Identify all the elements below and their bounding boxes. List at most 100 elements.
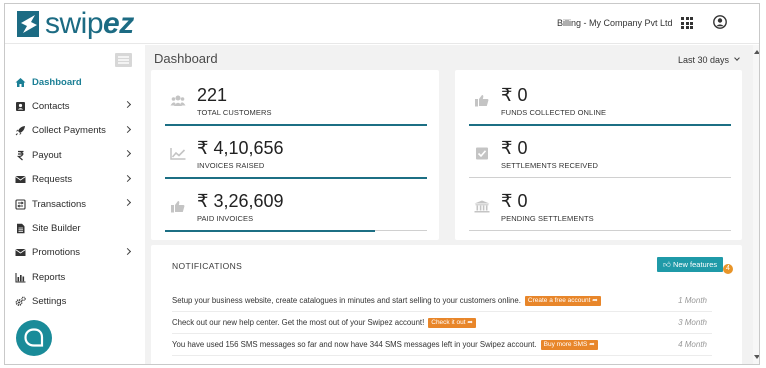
check-it-out-button[interactable]: Check it out ➦ — [428, 317, 476, 328]
share-arrow-icon: ➦ — [467, 318, 473, 326]
sidebar-item-label: Settings — [32, 296, 67, 308]
sidebar-item-label: Collect Payments — [32, 125, 106, 137]
transfer-icon — [15, 199, 26, 210]
document-icon — [17, 223, 25, 234]
notification-time: 3 Month — [678, 318, 707, 327]
new-features-button[interactable]: 👍︎ New features — [657, 257, 724, 272]
main-content: Dashboard Last 30 days 221 TOTAL CUSTOME… — [145, 45, 759, 364]
notification-row: Setup your business website, create cata… — [172, 290, 712, 312]
stat-label: TOTAL CUSTOMERS — [197, 108, 272, 117]
chevron-down-icon[interactable] — [734, 55, 740, 61]
bar-chart-icon — [15, 272, 26, 283]
sidebar: Dashboard Contacts Collect Payments Payo… — [5, 45, 145, 364]
stat-progress-bar — [469, 123, 731, 126]
stat-label: PAID INVOICES — [197, 214, 254, 223]
stat-value: ₹ 0 — [501, 85, 528, 105]
stat-label: INVOICES RAISED — [197, 161, 265, 170]
sidebar-item-label: Requests — [32, 174, 73, 186]
new-features-count-badge: 4 — [723, 264, 733, 274]
stat-invoices-raised[interactable]: ₹ 4,10,656 INVOICES RAISED — [165, 130, 427, 179]
stat-funds-collected-online[interactable]: ₹ 0 FUNDS COLLECTED ONLINE — [469, 77, 731, 126]
sidebar-item-site-builder[interactable]: Site Builder — [5, 216, 145, 240]
sidebar-item-label: Reports — [32, 271, 66, 283]
chevron-right-icon — [123, 125, 132, 133]
stat-value: ₹ 4,10,656 — [197, 138, 284, 158]
notifications-panel: NOTIFICATIONS 👍︎ New features 4 Setup yo… — [151, 245, 742, 364]
stat-pending-settlements[interactable]: ₹ 0 PENDING SETTLEMENTS — [469, 183, 731, 231]
page-title: Dashboard — [154, 51, 218, 66]
gears-icon — [15, 296, 26, 307]
logo-mark-icon — [17, 11, 39, 37]
rupee-icon — [16, 150, 24, 161]
checkbox-icon — [476, 147, 488, 160]
contact-card-icon — [16, 102, 25, 112]
chevron-right-icon — [123, 198, 132, 206]
notifications-title: NOTIFICATIONS — [172, 261, 243, 271]
notification-row: Check out our new help center. Get the m… — [172, 312, 712, 334]
scroll-down-arrow-icon[interactable] — [754, 355, 759, 359]
stat-paid-invoices[interactable]: ₹ 3,26,609 PAID INVOICES — [165, 183, 427, 232]
stat-progress-bar — [165, 229, 375, 232]
swipez-logo[interactable]: swipez — [17, 8, 134, 40]
thumbs-up-icon — [171, 201, 185, 213]
apps-grid-icon[interactable] — [681, 17, 693, 29]
stat-progress-bar — [165, 123, 427, 126]
sidebar-nav: Dashboard Contacts Collect Payments Payo… — [5, 70, 145, 314]
chevron-right-icon — [123, 247, 132, 255]
stat-label: FUNDS COLLECTED ONLINE — [501, 108, 607, 117]
rocket-icon — [15, 126, 25, 136]
sidebar-item-transactions[interactable]: Transactions — [5, 192, 145, 216]
date-range-select[interactable]: Last 30 days — [678, 55, 729, 65]
envelope-icon — [15, 249, 26, 257]
stats-card-invoices: 221 TOTAL CUSTOMERS ₹ 4,10,656 INVOICES … — [151, 70, 439, 240]
chevron-right-icon — [123, 101, 132, 109]
notification-text: You have used 156 SMS messages so far an… — [172, 340, 537, 349]
sidebar-item-label: Dashboard — [32, 76, 82, 88]
chevron-right-icon — [123, 150, 132, 158]
envelope-icon — [15, 176, 26, 184]
stat-progress-bar — [165, 176, 427, 179]
trend-chart-icon — [170, 148, 186, 160]
app-window: swipez Billing - My Company Pvt Ltd Dash… — [4, 3, 760, 365]
sidebar-item-contacts[interactable]: Contacts — [5, 94, 145, 118]
sidebar-item-dashboard[interactable]: Dashboard — [5, 70, 145, 94]
stat-total-customers[interactable]: 221 TOTAL CUSTOMERS — [165, 77, 427, 126]
bank-icon — [474, 200, 490, 213]
sidebar-item-requests[interactable]: Requests — [5, 168, 145, 192]
thumbs-up-icon: 👍︎ — [663, 260, 671, 269]
notification-row: You have used 156 SMS messages so far an… — [172, 334, 712, 356]
share-arrow-icon: ➦ — [589, 340, 595, 348]
sidebar-item-label: Contacts — [32, 101, 70, 113]
home-icon — [15, 77, 26, 87]
share-arrow-icon: ➦ — [592, 296, 598, 304]
sidebar-item-label: Site Builder — [32, 223, 81, 235]
sidebar-item-label: Payout — [32, 149, 62, 161]
stats-card-settlements: ₹ 0 FUNDS COLLECTED ONLINE ₹ 0 SETTLEMEN… — [455, 70, 742, 240]
notification-time: 4 Month — [678, 340, 707, 349]
stat-value: ₹ 0 — [501, 191, 528, 211]
new-features-label: New features — [672, 260, 718, 269]
sidebar-item-settings[interactable]: Settings — [5, 290, 145, 314]
users-icon — [170, 95, 186, 106]
user-profile-icon[interactable] — [713, 15, 727, 29]
sidebar-collapse-button[interactable] — [115, 53, 132, 67]
notification-text: Setup your business website, create cata… — [172, 296, 521, 305]
stat-label: SETTLEMENTS RECEIVED — [501, 161, 599, 170]
sidebar-item-promotions[interactable]: Promotions — [5, 241, 145, 265]
company-name[interactable]: Billing - My Company Pvt Ltd — [557, 18, 673, 28]
chat-support-button[interactable] — [16, 320, 52, 356]
stat-value: ₹ 3,26,609 — [197, 191, 284, 211]
buy-more-sms-button[interactable]: Buy more SMS ➦ — [540, 339, 598, 350]
sidebar-item-collect-payments[interactable]: Collect Payments — [5, 119, 145, 143]
sidebar-item-payout[interactable]: Payout — [5, 143, 145, 167]
stat-value: 221 — [197, 85, 228, 105]
scroll-up-arrow-icon[interactable] — [754, 50, 759, 54]
chevron-right-icon — [123, 174, 132, 182]
notification-text: Check out our new help center. Get the m… — [172, 318, 425, 327]
sidebar-item-label: Transactions — [32, 198, 87, 210]
page-scrollbar[interactable] — [753, 45, 759, 364]
sidebar-item-reports[interactable]: Reports — [5, 265, 145, 289]
create-free-account-button[interactable]: Create a free account ➦ — [524, 295, 601, 306]
notification-time: 1 Month — [678, 296, 707, 305]
stat-settlements-received[interactable]: ₹ 0 SETTLEMENTS RECEIVED — [469, 130, 731, 178]
